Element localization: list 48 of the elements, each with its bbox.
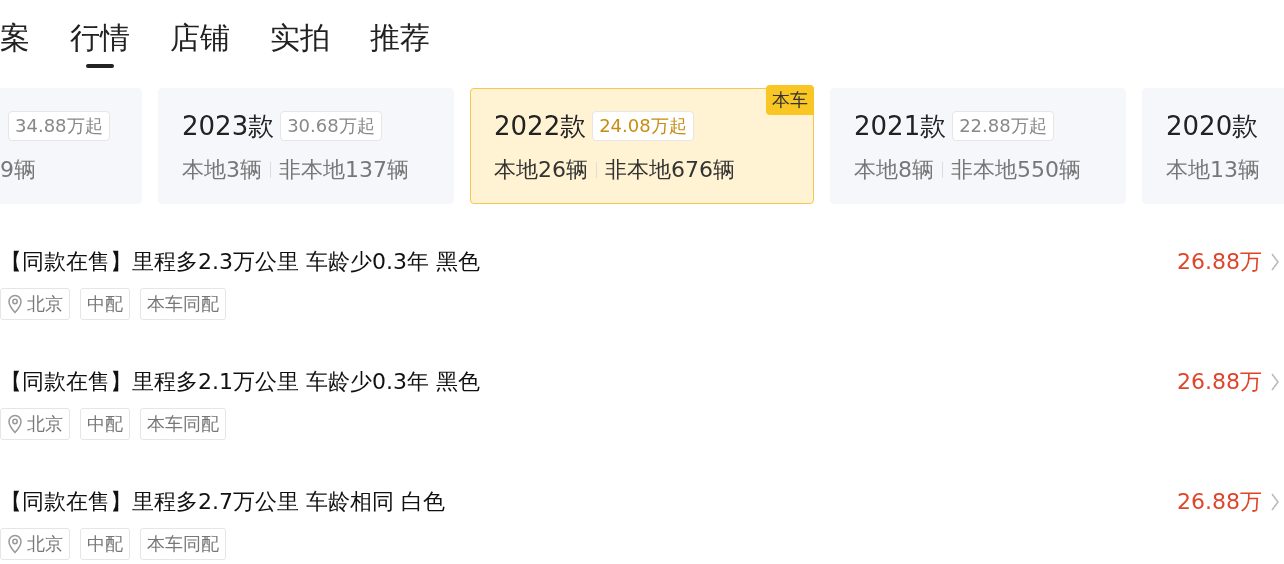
location-text: 北京 [27,532,63,556]
count-text: 本地26辆 [494,156,588,184]
count-text: 9辆 [0,156,36,184]
model-card[interactable]: 2021款 22.88万起 本地8辆 非本地550辆 [830,88,1126,204]
year-label: 2021款 [854,109,947,143]
listing-price: 26.88万 [1177,368,1262,396]
count-text: 非本地550辆 [951,156,1081,184]
model-card[interactable]: 2023款 30.68万起 本地3辆 非本地137辆 [158,88,454,204]
year-label: 2020款 [1166,109,1259,143]
year-label: 2022款 [494,109,587,143]
location-pin-icon [7,534,23,554]
model-card[interactable]: 2022款 24.08万起 本地26辆 非本地676辆 本车 [470,88,814,204]
price-tag: 22.88万起 [952,111,1054,141]
listing-title[interactable]: 【同款在售】里程多2.1万公里 车龄少0.3年 黑色 [0,367,1177,397]
model-card[interactable]: 2020款 本地13辆 [1142,88,1284,204]
count-text: 本地3辆 [182,156,262,184]
tab[interactable]: 推荐 [370,16,430,68]
tab[interactable]: 案 [0,16,30,68]
price-tag: 34.88万起 [8,111,110,141]
price-tag: 24.08万起 [592,111,694,141]
tag: 本车同配 [140,528,226,560]
listing-title[interactable]: 【同款在售】里程多2.7万公里 车龄相同 白色 [0,487,1177,517]
current-car-badge: 本车 [766,85,814,115]
year-label: 2023款 [182,109,275,143]
tag: 中配 [80,288,130,320]
location-pin-icon [7,294,23,314]
price-tag: 30.68万起 [280,111,382,141]
chevron-right-icon[interactable] [1270,492,1280,512]
tag: 本车同配 [140,288,226,320]
count-text: 本地13辆 [1166,156,1260,184]
count-text: 非本地137辆 [279,156,409,184]
count-text: 非本地676辆 [605,156,735,184]
tab[interactable]: 实拍 [270,16,330,68]
tab[interactable]: 店铺 [170,16,230,68]
chevron-right-icon[interactable] [1270,372,1280,392]
location-text: 北京 [27,292,63,316]
listing-title[interactable]: 【同款在售】里程多2.3万公里 车龄少0.3年 黑色 [0,247,1177,277]
chevron-right-icon[interactable] [1270,252,1280,272]
listing-price: 26.88万 [1177,248,1262,276]
location-text: 北京 [27,412,63,436]
tab[interactable]: 行情 [70,16,130,68]
model-card[interactable]: 34.88万起 9辆 [0,88,142,204]
location-pin-icon [7,414,23,434]
listing-price: 26.88万 [1177,488,1262,516]
tag: 中配 [80,528,130,560]
tag: 中配 [80,408,130,440]
tag: 本车同配 [140,408,226,440]
count-text: 本地8辆 [854,156,934,184]
